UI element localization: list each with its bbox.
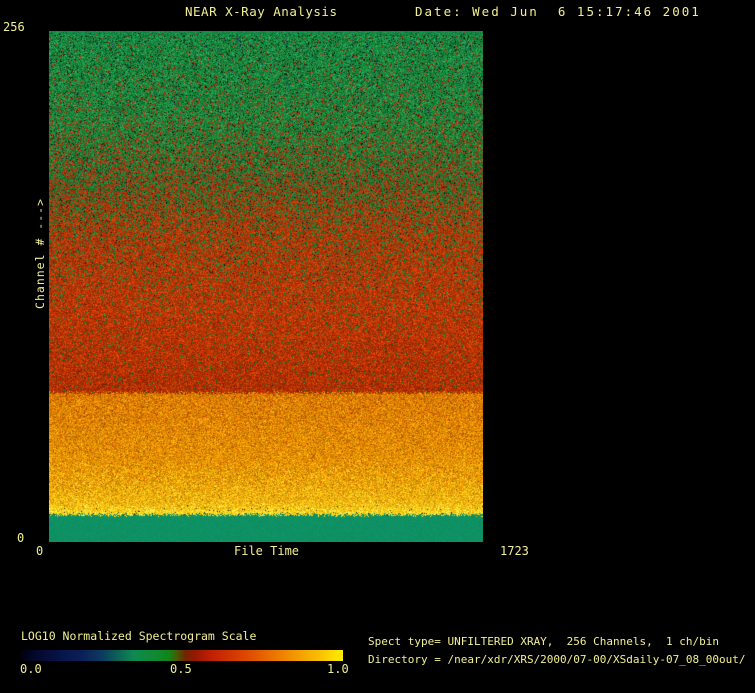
x-axis-min-tick: 0 [36,544,44,558]
x-axis-max-tick: 1723 [500,544,529,558]
spectrogram-canvas [49,31,483,542]
date-label: Date: Wed Jun 6 15:17:46 2001 [415,4,701,19]
spect-type-line: Spect type= UNFILTERED XRAY, 256 Channel… [368,635,719,648]
y-axis-title: Channel # ---> [33,198,47,309]
y-axis-max-tick: 256 [3,20,25,34]
colorbar-label: LOG10 Normalized Spectrogram Scale [21,629,257,643]
x-axis-title: File Time [234,544,300,558]
y-axis-min-tick: 0 [17,531,25,545]
xray-analysis-window: NEAR X-Ray Analysis Date: Wed Jun 6 15:1… [0,0,755,693]
colorbar-tick-2: 1.0 [327,662,349,676]
colorbar-gradient [21,650,343,661]
colorbar-tick-1: 0.5 [170,662,192,676]
colorbar-tick-0: 0.0 [20,662,42,676]
page-title: NEAR X-Ray Analysis [185,4,338,19]
directory-line: Directory = /near/xdr/XRS/2000/07-00/XSd… [368,653,746,666]
